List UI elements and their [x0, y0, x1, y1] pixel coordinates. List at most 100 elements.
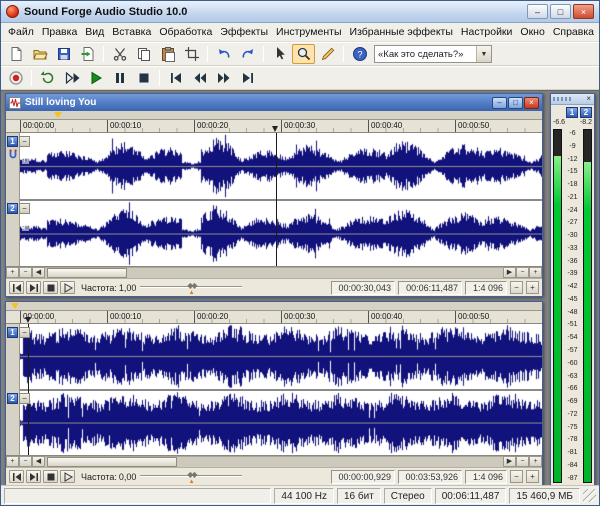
doc2-channel-1-minimize[interactable]: −	[19, 327, 30, 338]
play-all-button[interactable]	[60, 68, 83, 88]
minimize-button[interactable]: –	[527, 4, 548, 19]
doc1-minimize-button[interactable]: –	[492, 97, 507, 109]
doc1-vertical-zoom-in-button[interactable]: +	[526, 281, 539, 294]
menu-item[interactable]: Инструменты	[272, 24, 345, 40]
trim-button[interactable]	[180, 44, 203, 64]
doc2-go-to-start-button[interactable]	[9, 470, 24, 483]
doc2-zoom-in-button[interactable]: +	[529, 456, 542, 467]
rate-slider-thumb[interactable]: ◆◆	[187, 281, 195, 290]
meters-close-button[interactable]: ×	[585, 95, 592, 103]
doc1-zoom-in-button[interactable]: +	[529, 267, 542, 278]
doc1-maximize-button[interactable]: □	[508, 97, 523, 109]
doc2-time-ruler[interactable]: 00:00:0000:00:1000:00:2000:00:3000:00:40…	[6, 311, 542, 324]
doc1-overview-bar[interactable]	[6, 111, 542, 120]
title-bar[interactable]: Sound Forge Audio Studio 10.0 – □ ×	[1, 1, 599, 23]
doc1-go-to-start-button[interactable]	[9, 281, 24, 294]
doc1-stop-button[interactable]	[43, 281, 58, 294]
doc1-zoom-out-time-button[interactable]: −	[19, 267, 32, 278]
doc1-scroll-thumb[interactable]	[47, 268, 127, 278]
doc1-go-to-end-button[interactable]	[26, 281, 41, 294]
meter-channel-2-button[interactable]: 2	[580, 107, 592, 118]
doc1-playhead-cursor[interactable]	[276, 133, 277, 266]
redo-button[interactable]	[236, 44, 259, 64]
help-combo[interactable]: «Как это сделать?» ▼	[374, 45, 492, 63]
export-button[interactable]	[76, 44, 99, 64]
resize-grip[interactable]	[583, 489, 596, 502]
menu-item[interactable]: Избранные эффекты	[346, 24, 457, 40]
save-button[interactable]	[52, 44, 75, 64]
doc1-zoom-in-time-button[interactable]: +	[6, 267, 19, 278]
doc1-title-bar[interactable]: Still loving You – □ ×	[6, 94, 542, 111]
menu-item[interactable]: Вид	[81, 24, 108, 40]
forward-button[interactable]	[212, 68, 235, 88]
loop-playback-button[interactable]	[36, 68, 59, 88]
meters-title-bar[interactable]: ×	[551, 94, 594, 105]
doc2-scroll-right-button[interactable]: ▶	[503, 456, 516, 467]
doc2-playhead-cursor[interactable]	[28, 324, 29, 455]
doc2-stop-button[interactable]	[43, 470, 58, 483]
doc1-channel-1[interactable]: -∞	[20, 133, 542, 199]
paste-button[interactable]	[156, 44, 179, 64]
magnet-icon[interactable]	[7, 149, 19, 161]
doc2-channel-2-minimize[interactable]: −	[19, 393, 30, 404]
doc1-waveform-channel-1[interactable]	[20, 133, 542, 199]
drag-handle-icon[interactable]	[553, 97, 573, 101]
doc2-waveform-channel-2[interactable]	[20, 391, 542, 456]
chevron-down-icon[interactable]: ▼	[476, 46, 491, 62]
doc1-scroll-track[interactable]	[45, 267, 503, 278]
doc2-channel-1[interactable]	[20, 324, 542, 389]
doc1-waveform-channel-2[interactable]	[20, 201, 542, 267]
play-button[interactable]	[84, 68, 107, 88]
go-to-end-button[interactable]	[236, 68, 259, 88]
rate-slider-thumb[interactable]: ◆◆	[187, 470, 195, 479]
menu-item[interactable]: Обработка	[155, 24, 216, 40]
doc1-play-button[interactable]	[60, 281, 75, 294]
doc2-scroll-thumb[interactable]	[47, 457, 177, 467]
doc1-zoom-out-button[interactable]: −	[516, 267, 529, 278]
doc1-channel-1-button[interactable]: 1	[7, 136, 18, 147]
doc2-vertical-zoom-out-button[interactable]: −	[510, 470, 523, 483]
doc2-go-to-end-button[interactable]	[26, 470, 41, 483]
cut-button[interactable]	[108, 44, 131, 64]
doc1-channel-2-minimize[interactable]: −	[19, 203, 30, 214]
new-file-button[interactable]	[4, 44, 27, 64]
doc2-waveform-channel-1[interactable]	[20, 324, 542, 389]
doc1-rate-slider[interactable]: ◆◆ ▲	[138, 280, 244, 295]
rewind-button[interactable]	[188, 68, 211, 88]
doc2-scroll-left-button[interactable]: ◀	[32, 456, 45, 467]
doc1-vertical-zoom-out-button[interactable]: −	[510, 281, 523, 294]
menu-item[interactable]: Окно	[516, 24, 548, 40]
open-file-button[interactable]	[28, 44, 51, 64]
undo-button[interactable]	[212, 44, 235, 64]
doc1-scroll-left-button[interactable]: ◀	[32, 267, 45, 278]
menu-item[interactable]: Файл	[4, 24, 38, 40]
menu-item[interactable]: Настройки	[457, 24, 517, 40]
meter-channel-1-button[interactable]: 1	[566, 107, 578, 118]
doc2-vertical-zoom-in-button[interactable]: +	[526, 470, 539, 483]
close-button[interactable]: ×	[573, 4, 594, 19]
record-button[interactable]	[4, 68, 27, 88]
doc1-channel-2[interactable]: -∞	[20, 201, 542, 267]
magnify-tool-button[interactable]	[292, 44, 315, 64]
doc2-zoom-out-button[interactable]: −	[516, 456, 529, 467]
stop-button[interactable]	[132, 68, 155, 88]
doc2-zoom-in-time-button[interactable]: +	[6, 456, 19, 467]
channel-separator[interactable]	[20, 389, 542, 391]
edit-tool-button[interactable]	[268, 44, 291, 64]
doc2-play-button[interactable]	[60, 470, 75, 483]
go-to-start-button[interactable]	[164, 68, 187, 88]
doc2-zoom-out-time-button[interactable]: −	[19, 456, 32, 467]
menu-item[interactable]: Эффекты	[216, 24, 272, 40]
doc1-channel-1-minimize[interactable]: −	[19, 136, 30, 147]
doc1-scroll-right-button[interactable]: ▶	[503, 267, 516, 278]
doc2-overview-bar[interactable]	[6, 302, 542, 311]
channel-separator[interactable]	[20, 199, 542, 201]
doc2-scroll-track[interactable]	[45, 456, 503, 467]
maximize-button[interactable]: □	[550, 4, 571, 19]
doc1-close-button[interactable]: ×	[524, 97, 539, 109]
doc1-time-ruler[interactable]: 00:00:0000:00:1000:00:2000:00:3000:00:40…	[6, 120, 542, 133]
doc2-rate-slider[interactable]: ◆◆ ▲	[138, 469, 244, 484]
menu-item[interactable]: Правка	[38, 24, 81, 40]
doc2-channel-2[interactable]	[20, 391, 542, 456]
menu-item[interactable]: Справка	[549, 24, 598, 40]
